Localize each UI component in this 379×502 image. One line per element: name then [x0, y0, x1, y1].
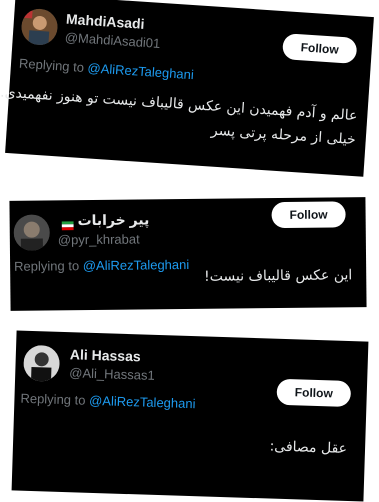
replying-to: Replying to @AliRezTaleghani	[19, 56, 195, 83]
replying-prefix: Replying to	[18, 55, 85, 75]
avatar[interactable]	[23, 344, 61, 382]
replying-prefix: Replying to	[20, 390, 86, 408]
display-name[interactable]: MahdiAsadi	[66, 11, 145, 32]
display-name[interactable]: Ali Hassas	[70, 346, 141, 364]
iran-flag-icon	[61, 217, 74, 231]
tweet-text-line: عقل مصافی:	[269, 438, 348, 457]
tweet-text-line: عالم و آدم فهمیدن این عکس قالیباف نیست ت…	[0, 84, 358, 125]
tweet-card-pyr-khrabat: پیر خرابات @pyr_khrabat Follow Replying …	[9, 197, 367, 311]
replying-prefix: Replying to	[14, 258, 80, 274]
replying-to: Replying to @AliRezTaleghani	[14, 257, 189, 274]
display-name-text: پیر خرابات	[77, 211, 150, 229]
tweet-text-line: این عکس قالیباف نیست!	[203, 267, 353, 285]
mention-link[interactable]: @AliRezTaleghani	[87, 60, 194, 82]
avatar[interactable]	[13, 214, 50, 251]
follow-button[interactable]: Follow	[271, 201, 346, 229]
mention-link[interactable]: @AliRezTaleghani	[89, 393, 196, 411]
replying-to: Replying to @AliRezTaleghani	[20, 391, 195, 411]
follow-button[interactable]: Follow	[281, 33, 358, 64]
avatar[interactable]	[20, 7, 59, 47]
tweet-card-mahdiasadi: MahdiAsadi @MahdiAsadi01 Follow Replying…	[0, 0, 374, 177]
display-name[interactable]: پیر خرابات	[58, 211, 150, 231]
follow-button[interactable]: Follow	[276, 378, 352, 408]
mention-link[interactable]: @AliRezTaleghani	[83, 257, 190, 273]
user-handle[interactable]: @Ali_Hassas1	[69, 365, 155, 383]
user-handle[interactable]: @pyr_khrabat	[58, 232, 140, 248]
user-handle[interactable]: @MahdiAsadi01	[64, 30, 160, 51]
tweet-card-ali-hassas: Ali Hassas @Ali_Hassas1 Follow Replying …	[11, 330, 369, 502]
